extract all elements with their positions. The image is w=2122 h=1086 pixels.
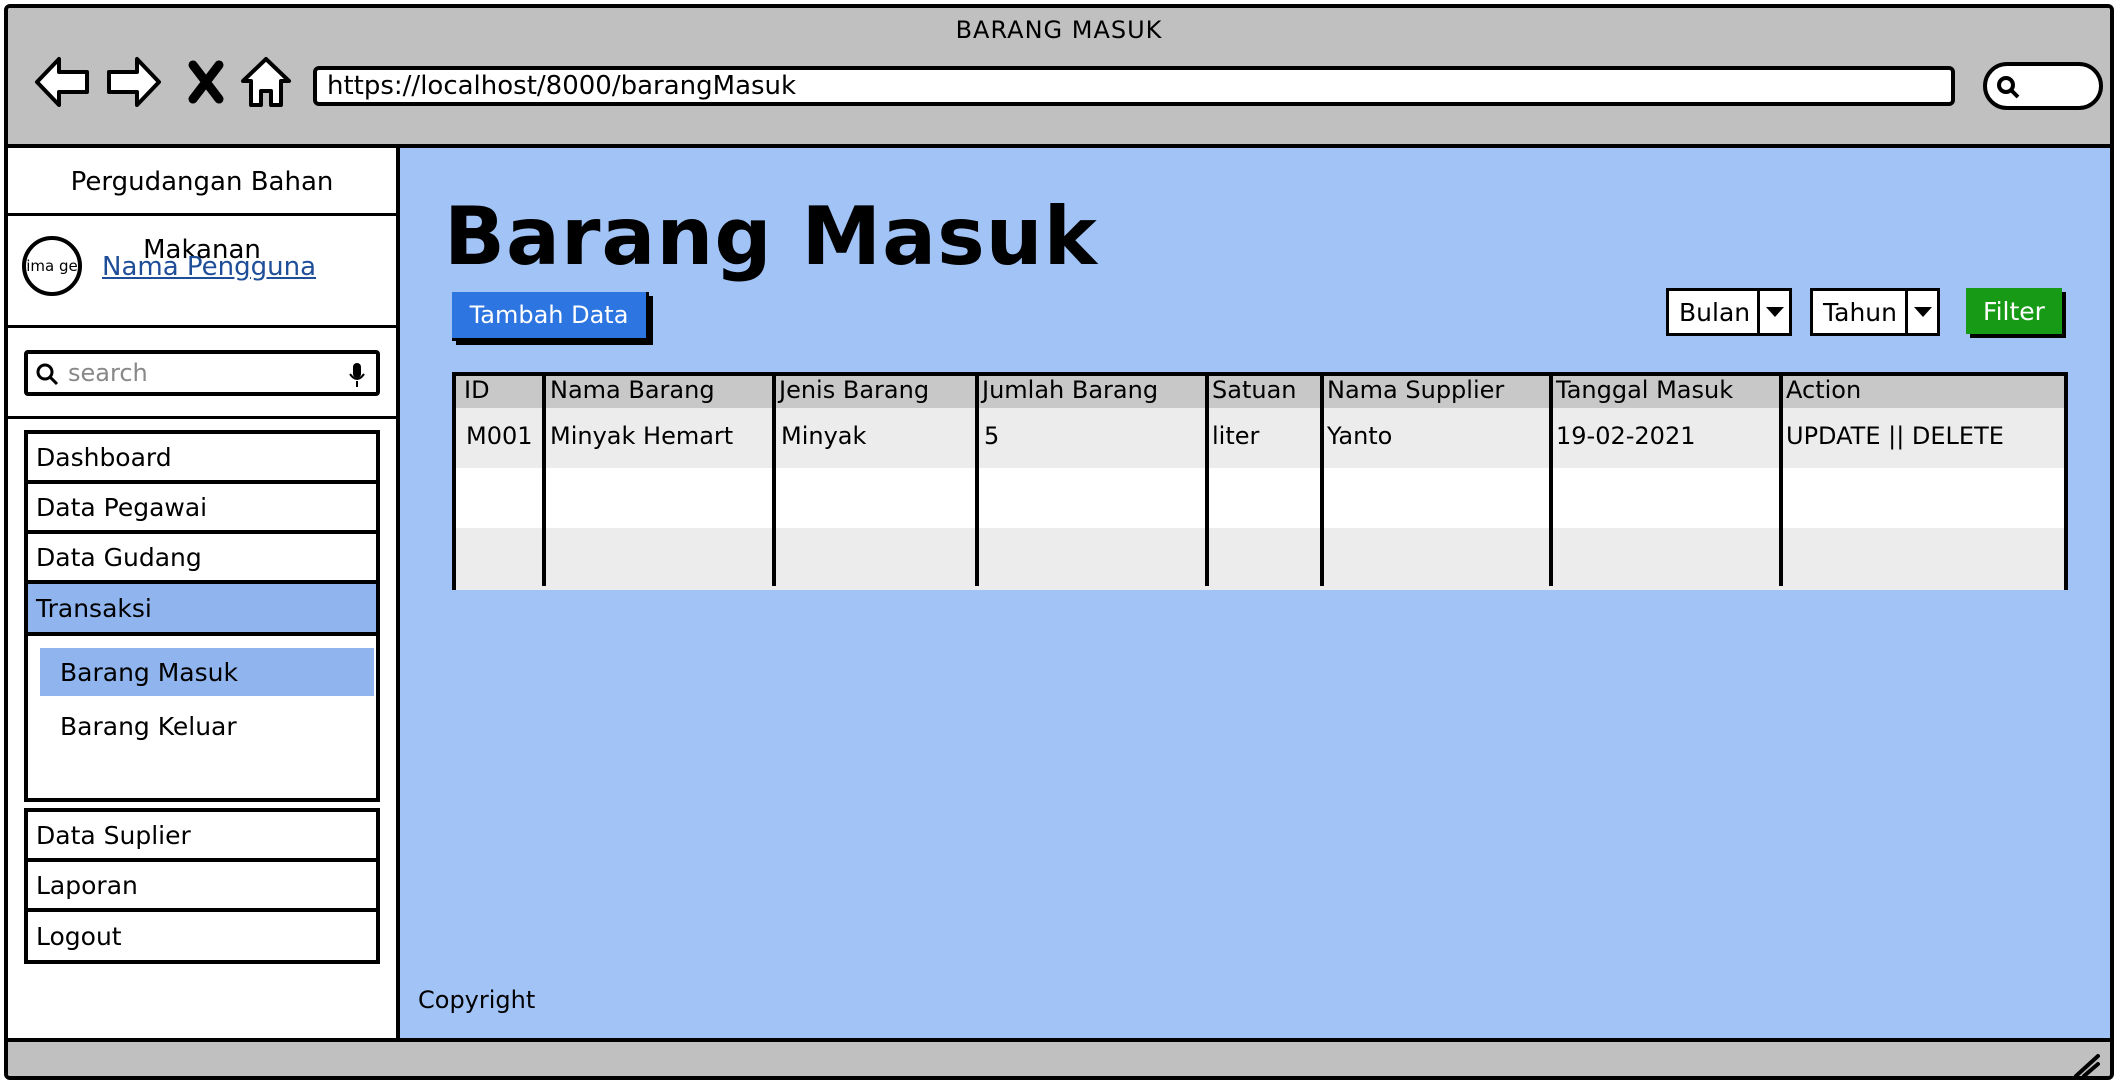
cell-jenis-barang: Minyak [781,422,867,450]
address-bar[interactable]: https://localhost/8000/barangMasuk [313,66,1955,106]
username-link[interactable]: Nama Pengguna [102,252,316,282]
cell-id: M001 [466,422,533,450]
sidebar-item-laporan[interactable]: Laporan [24,858,380,912]
column-divider [542,376,546,586]
browser-statusbar [8,1038,2110,1080]
search-icon [1997,76,2020,99]
close-icon [188,60,224,104]
column-divider [1205,376,1209,586]
browser-titlebar: BARANG MASUK https://localhost/8000/bara… [8,8,2110,148]
browser-search-button[interactable] [1983,62,2103,110]
stop-button[interactable] [176,52,236,112]
table-row [456,468,2064,528]
microphone-icon[interactable] [348,362,366,388]
chevron-down-icon [1757,291,1789,333]
avatar: ima ge [22,236,82,296]
cell-nama-supplier: Yanto [1327,422,1393,450]
forward-button[interactable] [104,52,164,112]
back-button[interactable] [32,52,92,112]
filter-button[interactable]: Filter [1966,288,2062,334]
column-divider [975,376,979,586]
sidebar-divider [8,416,396,419]
column-divider [1549,376,1553,586]
add-data-button[interactable]: Tambah Data [452,292,649,341]
sidebar-subitem-barang-masuk[interactable]: Barang Masuk [40,648,374,696]
sidebar-item-data-gudang[interactable]: Data Gudang [24,530,380,584]
chevron-down-icon [1905,291,1937,333]
home-button[interactable] [236,52,296,112]
cell-nama-barang: Minyak Hemart [550,422,734,450]
year-select-value: Tahun [1823,297,1897,327]
column-header-nama-barang: Nama Barang [550,376,715,404]
column-header-action: Action [1786,376,1862,404]
table-row [456,528,2064,590]
search-placeholder: search [68,359,148,387]
column-header-nama-supplier: Nama Supplier [1327,376,1505,404]
app-brand: Pergudangan Bahan Makanan [8,148,396,265]
month-select[interactable]: Bulan [1666,288,1792,336]
back-arrow-icon [35,57,89,107]
sidebar-search-input[interactable]: search [24,350,380,396]
row-actions-update-delete[interactable]: UPDATE || DELETE [1786,422,2004,450]
column-header-satuan: Satuan [1212,376,1297,404]
data-table: ID Nama Barang Jenis Barang Jumlah Baran… [452,372,2068,590]
browser-window: BARANG MASUK https://localhost/8000/bara… [4,4,2114,1080]
home-icon [241,57,291,107]
sidebar-item-dashboard[interactable]: Dashboard [24,430,380,484]
column-divider [1779,376,1783,586]
main-content: Barang Masuk Tambah Data Bulan Tahun Fil… [400,148,2110,1038]
cell-jumlah-barang: 5 [984,422,1000,450]
column-divider [1320,376,1324,586]
month-select-value: Bulan [1679,297,1751,327]
footer-copyright: Copyright [418,986,536,1014]
column-header-jenis-barang: Jenis Barang [779,376,930,404]
forward-arrow-icon [107,57,161,107]
column-header-jumlah-barang: Jumlah Barang [982,376,1159,404]
resize-grip-icon[interactable] [2072,1050,2102,1080]
column-header-tanggal-masuk: Tanggal Masuk [1556,376,1734,404]
sidebar-item-logout[interactable]: Logout [24,908,380,964]
cell-tanggal-masuk: 19-02-2021 [1556,422,1696,450]
cell-satuan: liter [1212,422,1260,450]
window-title: BARANG MASUK [955,16,1163,44]
user-profile: ima ge Nama Pengguna [8,216,396,328]
page-title: Barang Masuk [444,190,1098,283]
column-divider [772,376,776,586]
sidebar-item-data-pegawai[interactable]: Data Pegawai [24,480,380,534]
search-icon [36,363,59,386]
sidebar-item-data-suplier[interactable]: Data Suplier [24,808,380,862]
column-header-id: ID [464,376,490,404]
sidebar: Pergudangan Bahan Makanan ima ge Nama Pe… [8,148,400,1038]
year-select[interactable]: Tahun [1810,288,1940,336]
sidebar-subitem-barang-keluar[interactable]: Barang Keluar [40,702,374,750]
sidebar-item-transaksi[interactable]: Transaksi [24,580,380,636]
